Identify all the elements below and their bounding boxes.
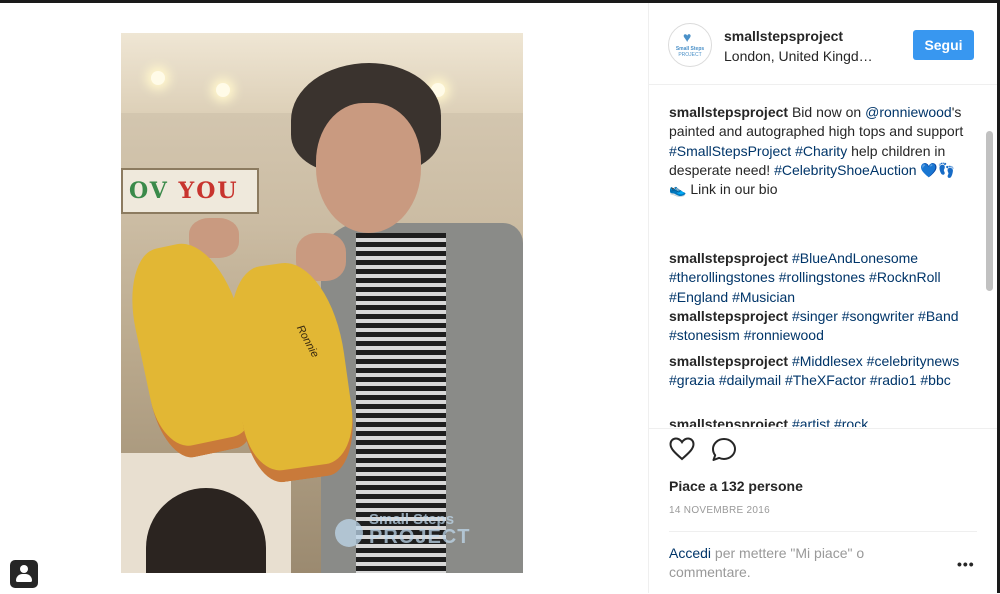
hashtag-link[interactable]: #rollingstones <box>779 269 865 285</box>
post-date: 14 NOVEMBRE 2016 <box>669 505 770 516</box>
hashtag-link[interactable]: #Musician <box>732 289 795 305</box>
hashtag-link[interactable]: #radio1 <box>870 372 917 388</box>
hashtag-link[interactable]: #England <box>669 289 728 305</box>
comment: smallstepsproject Bid now on @ronniewood… <box>669 103 969 199</box>
hashtag-link[interactable]: #therollingstones <box>669 269 775 285</box>
comment-username[interactable]: smallstepsproject <box>669 353 788 369</box>
hashtag-link[interactable]: #BlueAndLonesome <box>792 250 918 266</box>
hashtag-link[interactable]: #TheXFactor <box>785 372 866 388</box>
login-prompt: Accedi per mettere "Mi piace" o commenta… <box>669 544 909 582</box>
post-location[interactable]: London, United Kingd… <box>724 48 873 64</box>
comment: smallstepsproject #BlueAndLonesome #ther… <box>669 249 969 307</box>
comment-username[interactable]: smallstepsproject <box>669 308 788 324</box>
post-header: ♥ Small Steps PROJECT smallstepsproject … <box>649 3 997 85</box>
media-pane: OV YOU Ronnie Small Steps PROJECT <box>0 3 648 593</box>
more-options-icon[interactable]: ••• <box>957 556 975 572</box>
mention-link[interactable]: @ronniewood <box>865 104 952 120</box>
comment-username[interactable]: smallstepsproject <box>669 416 788 427</box>
photo-ceiling-light <box>151 71 165 85</box>
photo-ceiling-light <box>216 83 230 97</box>
comment-list[interactable]: smallstepsproject Bid now on @ronniewood… <box>649 85 984 427</box>
photo-wall-sign: OV YOU <box>121 168 259 214</box>
comment-scrollbar[interactable] <box>986 131 993 291</box>
photo-watermark: Small Steps PROJECT <box>335 511 470 549</box>
hashtag-link[interactable]: #CelebrityShoeAuction <box>774 162 916 178</box>
comment: smallstepsproject #Middlesex #celebrityn… <box>669 352 969 391</box>
hashtag-link[interactable]: #dailymail <box>719 372 781 388</box>
hashtag-link[interactable]: #songwriter <box>842 308 914 324</box>
follow-button[interactable]: Segui <box>913 30 974 60</box>
hashtag-link[interactable]: #grazia <box>669 372 715 388</box>
comment-username[interactable]: smallstepsproject <box>669 250 788 266</box>
hashtag-link[interactable]: #stonesism <box>669 327 740 343</box>
post-actions: Piace a 132 persone 14 NOVEMBRE 2016 Acc… <box>649 428 997 594</box>
hashtag-link[interactable]: #Band <box>918 308 958 324</box>
hashtag-link[interactable]: #RocknRoll <box>869 269 941 285</box>
avatar-heart-icon: ♥ <box>683 29 692 45</box>
hashtag-link[interactable]: #rock <box>834 416 868 427</box>
comment-username[interactable]: smallstepsproject <box>669 104 788 120</box>
comment-text: Bid now on <box>788 104 866 120</box>
hashtag-link[interactable]: #celebritynews <box>867 353 960 369</box>
likes-count[interactable]: Piace a 132 persone <box>669 478 803 494</box>
photo-face <box>316 103 421 233</box>
speech-bubble-icon[interactable] <box>711 437 737 467</box>
hashtag-link[interactable]: #ronniewood <box>744 327 824 343</box>
hashtag-link[interactable]: #SmallStepsProject <box>669 143 791 159</box>
post-photo[interactable]: OV YOU Ronnie Small Steps PROJECT <box>121 33 523 573</box>
hashtag-link[interactable]: #singer <box>792 308 838 324</box>
avatar[interactable]: ♥ Small Steps PROJECT <box>668 23 712 67</box>
comment: smallstepsproject #artist #rock <box>669 415 969 427</box>
hashtag-link[interactable]: #Charity <box>795 143 847 159</box>
post-sidebar: ♥ Small Steps PROJECT smallstepsproject … <box>648 3 997 593</box>
hashtag-link[interactable]: #bbc <box>920 372 950 388</box>
login-link[interactable]: Accedi <box>669 545 711 561</box>
comment: smallstepsproject #singer #songwriter #B… <box>669 307 969 346</box>
hashtag-link[interactable]: #artist <box>792 416 830 427</box>
user-tag-icon[interactable] <box>10 560 38 588</box>
heart-outline-icon[interactable] <box>669 437 695 466</box>
avatar-text: PROJECT <box>678 52 702 58</box>
photo-signature: Ronnie <box>293 323 321 360</box>
hashtag-link[interactable]: #Middlesex <box>792 353 863 369</box>
post-username[interactable]: smallstepsproject <box>724 28 843 44</box>
divider <box>669 531 977 532</box>
